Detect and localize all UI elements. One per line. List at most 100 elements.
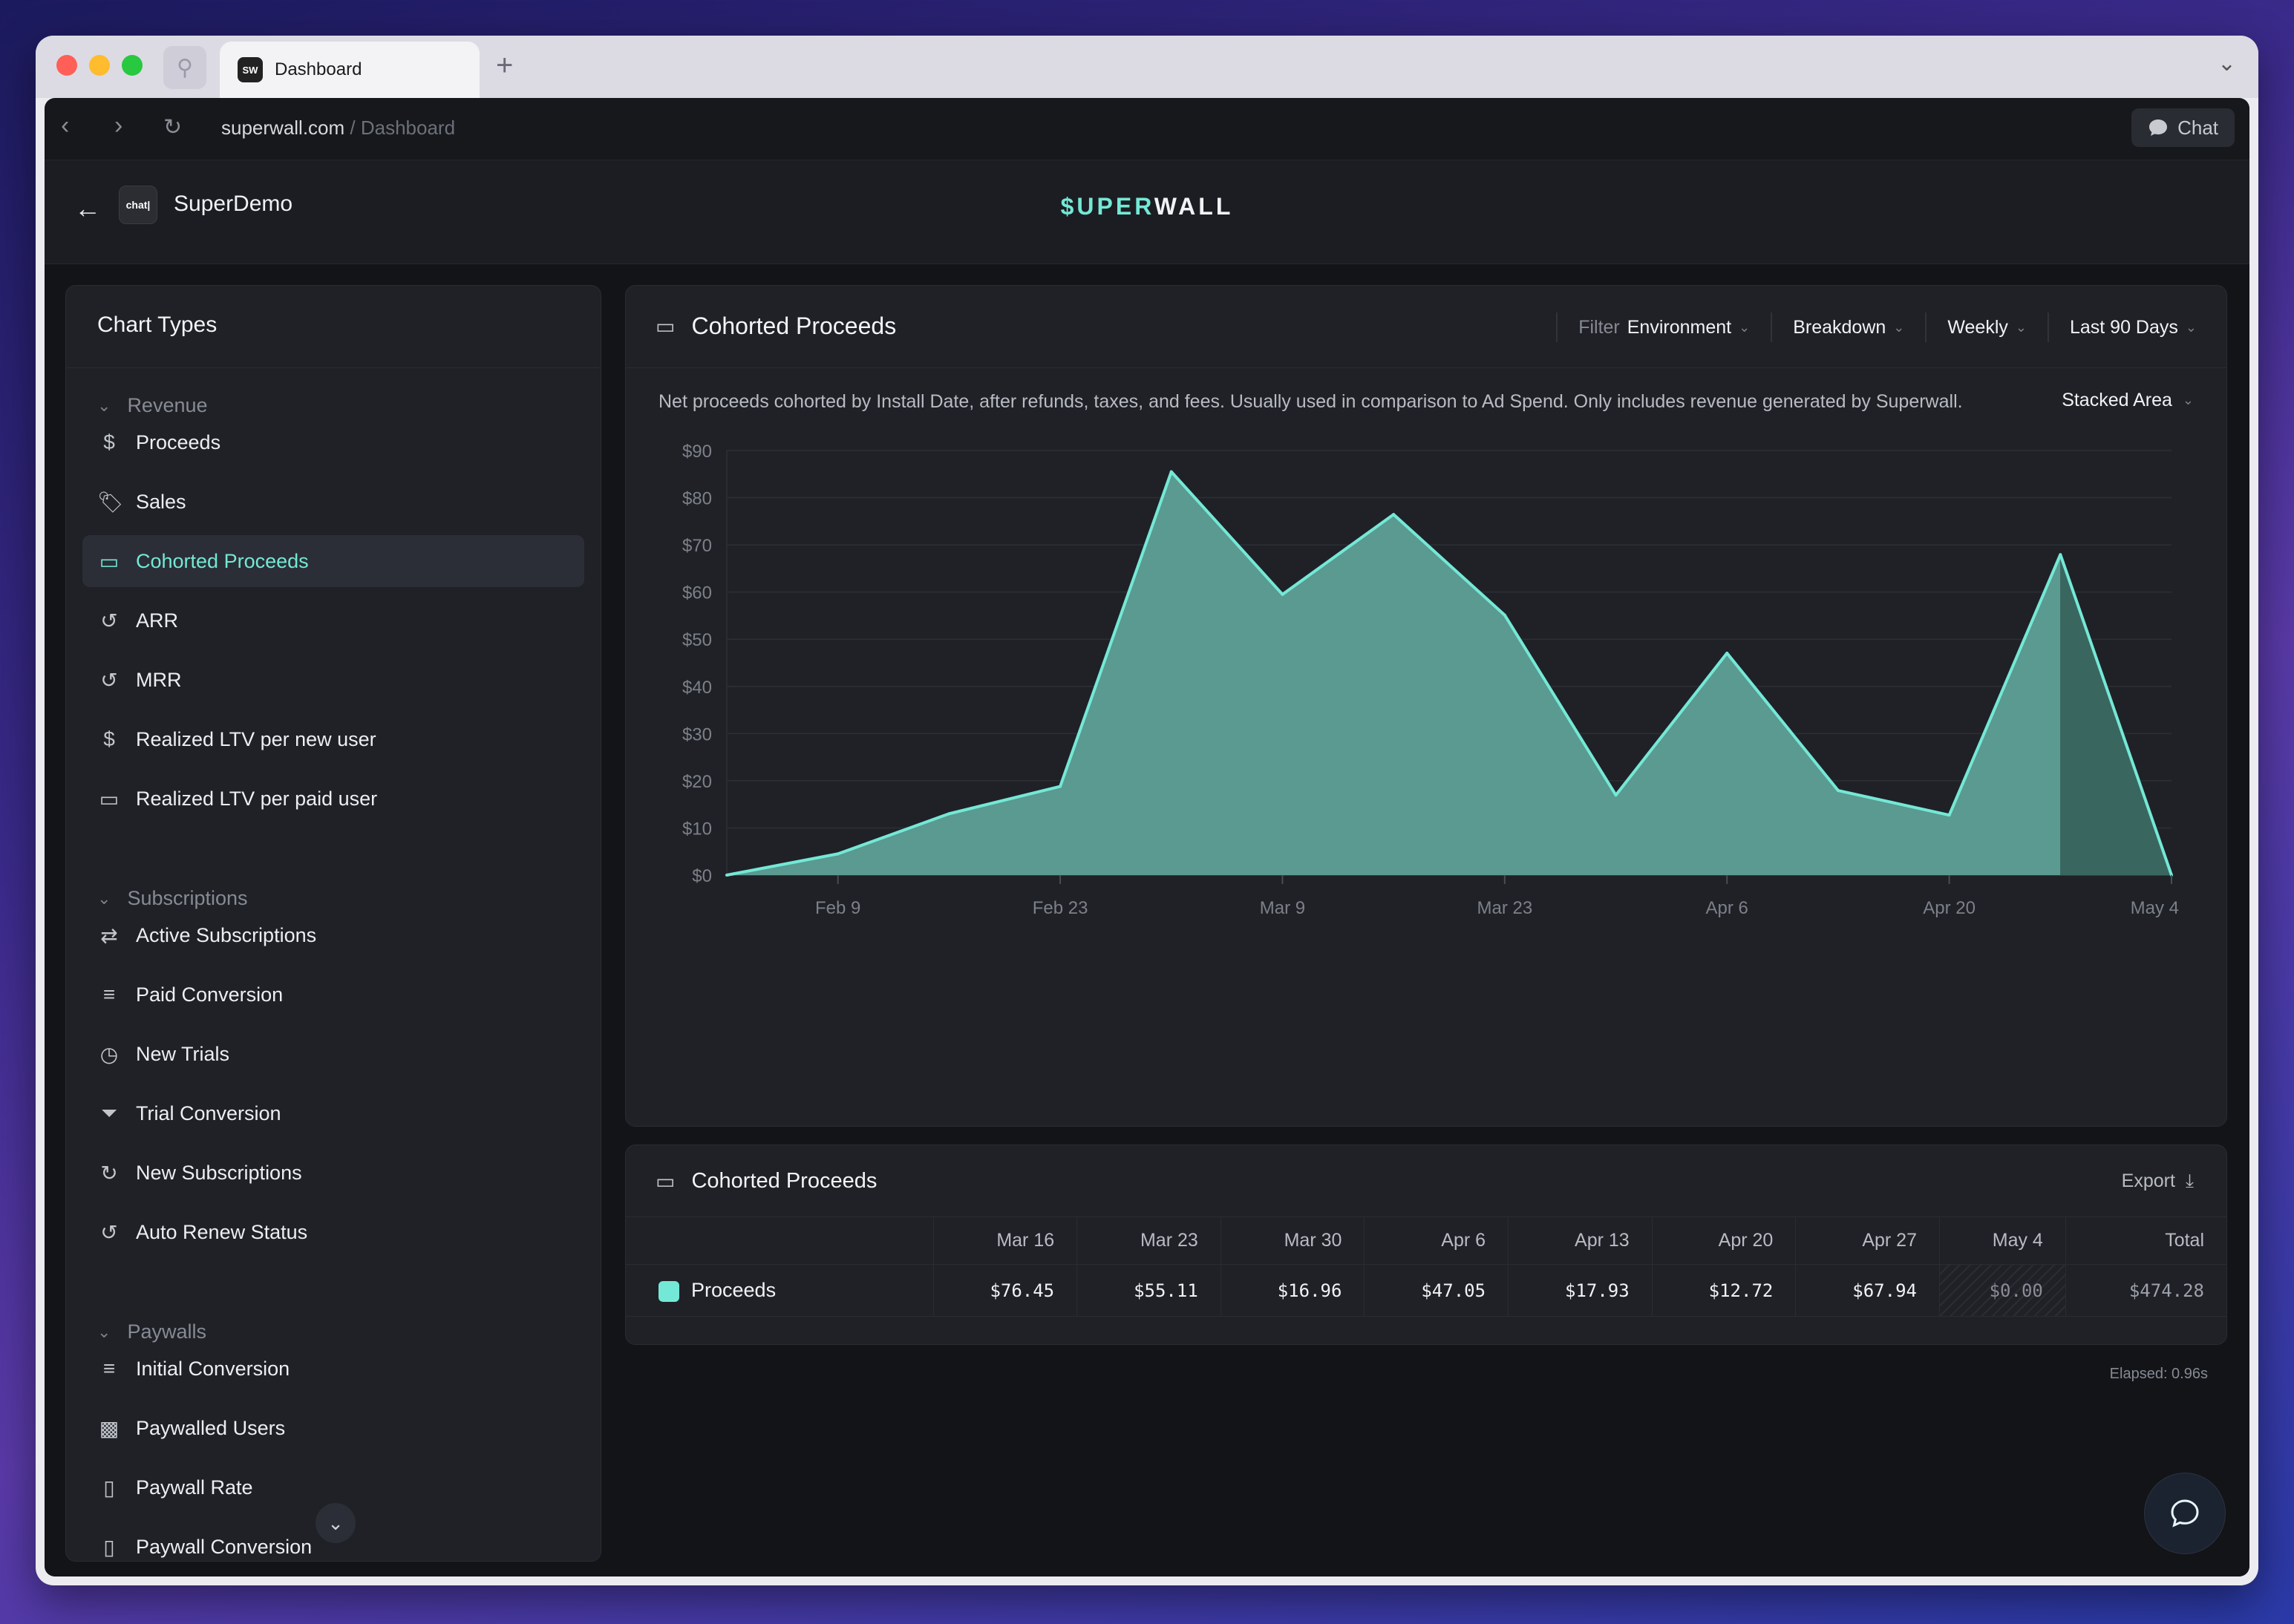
sidebar-item-initial-conversion[interactable]: ≡ Initial Conversion <box>82 1343 584 1395</box>
data-point <box>2059 553 2062 557</box>
y-tick-label: $80 <box>682 489 712 509</box>
filter-dropdown[interactable]: Filter Environment ⌄ <box>1556 312 1771 342</box>
scroll-down-chevron-icon[interactable]: ⌄ <box>316 1503 356 1543</box>
chat-label: Chat <box>2177 116 2218 139</box>
renew-icon: ↺ <box>100 1220 118 1244</box>
recurring-dollar-icon: ↺ <box>100 668 118 692</box>
y-tick-label: $30 <box>682 724 712 744</box>
maximize-window-button[interactable] <box>122 55 143 76</box>
sidebar-item-arr[interactable]: ↺ ARR <box>82 595 584 646</box>
data-point <box>1836 789 1840 793</box>
column-header: Apr 27 <box>1795 1217 1940 1265</box>
x-tick-label: May 4 <box>2131 898 2179 918</box>
sidebar-item-new-subscriptions[interactable]: ↻ New Subscriptions <box>82 1147 584 1199</box>
chat-button[interactable]: Chat <box>2131 108 2235 147</box>
data-point <box>1392 513 1396 517</box>
export-button[interactable]: Export ⤓ <box>2122 1170 2194 1192</box>
y-tick-label: $60 <box>682 583 712 603</box>
chart-type-dropdown[interactable]: Stacked Area ⌄ <box>2062 390 2194 411</box>
y-tick-label: $40 <box>682 678 712 698</box>
chat-bubble-icon <box>2149 119 2168 136</box>
breakdown-dropdown[interactable]: Breakdown ⌄ <box>1771 312 1925 342</box>
table-row: Proceeds $76.45 $55.11 $16.96 $47.05 $17.93 $1… <box>626 1264 2226 1317</box>
sidebar-item-new-trials[interactable]: ◷ New Trials <box>82 1028 584 1080</box>
column-header: Total <box>2065 1217 2226 1265</box>
x-tick-label: Mar 23 <box>1477 898 1532 918</box>
minimize-window-button[interactable] <box>89 55 110 76</box>
support-chat-button[interactable] <box>2144 1473 2226 1554</box>
timer-icon: ◷ <box>99 1042 119 1066</box>
x-tick-label: Mar 9 <box>1260 898 1305 918</box>
url-field[interactable]: superwall.com / Dashboard <box>221 117 455 140</box>
refresh-icon: ↻ <box>100 1161 118 1185</box>
sidebar-item-sales[interactable]: 🏷 Sales <box>82 476 584 528</box>
address-bar: ‹ › ↻ superwall.com / Dashboard Chat <box>45 98 2249 160</box>
chevron-down-icon: ⌄ <box>97 1322 111 1341</box>
repeat-icon: ⇄ <box>100 923 118 947</box>
sidebar-item-cohorted-proceeds[interactable]: ▭ Cohorted Proceeds <box>82 535 584 587</box>
table-cell: $12.72 <box>1651 1264 1796 1317</box>
url-path: / Dashboard <box>344 117 456 139</box>
data-point <box>1725 651 1729 655</box>
section-revenue[interactable]: ⌄ Revenue <box>97 394 208 417</box>
filter-lines-icon: ≡ <box>102 1357 116 1380</box>
funnel-icon: ⏷ <box>100 1101 118 1124</box>
recurring-dollar-icon: ↺ <box>100 609 118 632</box>
sidebar-title: Chart Types <box>97 312 218 337</box>
area-chart[interactable]: $0 $10 $20 $30 $40 $50 $60 $70 $80 $90 Feb 9 Feb 23… <box>626 427 2228 1117</box>
sidebar-divider <box>66 367 601 368</box>
x-tick-label: Apr 20 <box>1923 898 1976 918</box>
calendar-icon: ▭ <box>99 787 120 811</box>
forward-nav-icon[interactable]: › <box>114 111 122 140</box>
column-header: Apr 13 <box>1508 1217 1653 1265</box>
sidebar-item-trial-conversion[interactable]: ⏷ Trial Conversion <box>82 1087 584 1139</box>
tab-title: Dashboard <box>275 59 362 79</box>
chevron-down-icon: ⌄ <box>2015 319 2027 335</box>
calendar-icon: ▭ <box>656 1170 676 1193</box>
sidebar-item-active-subscriptions[interactable]: ⇄ Active Subscriptions <box>82 909 584 961</box>
table-cell: $76.45 <box>932 1264 1077 1317</box>
data-point <box>947 812 951 816</box>
interval-dropdown[interactable]: Weekly ⌄ <box>1925 312 2048 342</box>
table-header-row: Mar 16 Mar 23 Mar 30 Apr 6 Apr 13 Apr 20 Apr 2… <box>626 1217 2226 1265</box>
data-point <box>1169 470 1173 474</box>
sidebar-item-paywalled-users[interactable]: ▩ Paywalled Users <box>82 1402 584 1454</box>
chart-panel-title: ▭ Cohorted Proceeds <box>656 312 897 339</box>
new-tab-plus-icon[interactable]: + <box>496 49 513 82</box>
tab-favicon: SW <box>238 57 263 82</box>
superwall-brand-logo: $UPERWALL <box>1060 193 1234 220</box>
browser-content: ‹ › ↻ superwall.com / Dashboard Chat ← c… <box>45 98 2249 1576</box>
chevron-down-icon: ⌄ <box>97 396 111 415</box>
table-panel: ▭ Cohorted Proceeds Export ⤓ Mar 16 Mar 23 M… <box>625 1145 2227 1345</box>
dollar-icon: $ <box>103 727 115 750</box>
table-cell: $474.28 <box>2065 1264 2226 1317</box>
y-tick-label: $0 <box>692 866 712 886</box>
phone-icon: ▯ <box>103 1535 115 1559</box>
x-tick-label: Apr 6 <box>1706 898 1748 918</box>
tab-list-chevron-icon[interactable]: ⌄ <box>2218 50 2236 76</box>
table-panel-title: ▭ Cohorted Proceeds <box>656 1169 878 1193</box>
close-window-button[interactable] <box>56 55 77 76</box>
sidebar-item-paid-conversion[interactable]: ≡ Paid Conversion <box>82 969 584 1021</box>
tab-dashboard[interactable]: SW Dashboard <box>220 42 480 98</box>
sidebar-item-mrr[interactable]: ↺ MRR <box>82 654 584 706</box>
sidebar-item-proceeds[interactable]: $ Proceeds <box>82 416 584 468</box>
elapsed-time: Elapsed: 0.96s <box>2109 1366 2208 1382</box>
section-subscriptions[interactable]: ⌄ Subscriptions <box>97 887 248 910</box>
chat-bubble-icon <box>2171 1499 2199 1528</box>
column-header: Apr 6 <box>1364 1217 1509 1265</box>
reload-icon[interactable]: ↻ <box>163 114 182 140</box>
sidebar-item-realized-ltv-new[interactable]: $ Realized LTV per new user <box>82 713 584 765</box>
pin-tab-icon[interactable]: ⚲ <box>163 46 206 89</box>
data-point <box>725 874 728 877</box>
section-paywalls[interactable]: ⌄ Paywalls <box>97 1320 206 1343</box>
row-label: Proceeds <box>626 1264 933 1317</box>
column-header: Mar 30 <box>1220 1217 1365 1265</box>
back-nav-icon[interactable]: ‹ <box>61 111 69 140</box>
y-tick-label: $70 <box>682 536 712 556</box>
sidebar-item-auto-renew-status[interactable]: ↺ Auto Renew Status <box>82 1206 584 1258</box>
date-range-dropdown[interactable]: Last 90 Days ⌄ <box>2047 312 2197 342</box>
sidebar-item-realized-ltv-paid[interactable]: ▭ Realized LTV per paid user <box>82 773 584 825</box>
filter-lines-icon: ≡ <box>102 983 116 1006</box>
column-header: Apr 20 <box>1651 1217 1796 1265</box>
